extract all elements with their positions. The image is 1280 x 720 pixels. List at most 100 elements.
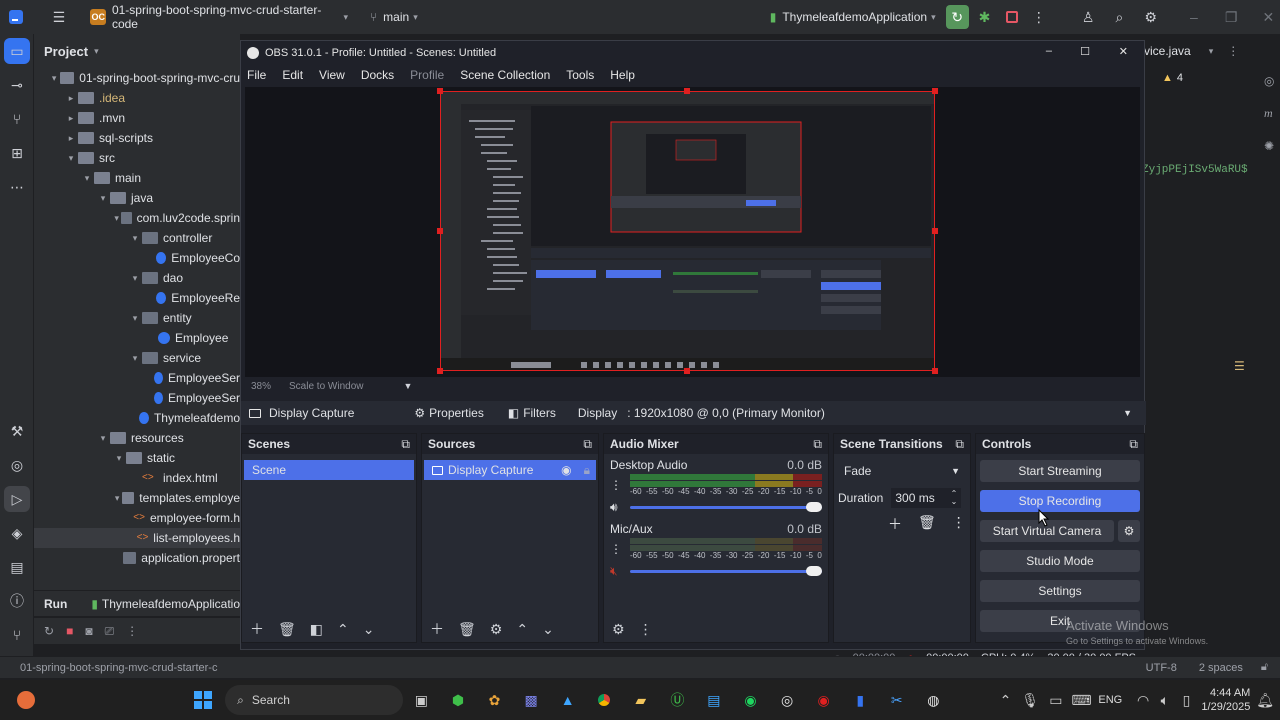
tree-item[interactable]: ▾ java <box>34 188 240 208</box>
chevron-down-icon[interactable]: ▾ <box>1209 46 1214 57</box>
lock-icon[interactable]: 🔒︎ <box>584 463 590 478</box>
stop-icon[interactable]: ■ <box>66 624 73 638</box>
add-icon[interactable]: ＋ <box>888 514 902 534</box>
speaker-icon[interactable]: 🔈︎ <box>1154 680 1176 720</box>
chrome-icon[interactable] <box>586 680 623 720</box>
chevron-right-icon[interactable]: ▸ <box>64 133 78 144</box>
chevron-down-icon[interactable]: ▾ <box>112 453 126 464</box>
run-icon[interactable]: ▷ <box>4 486 30 512</box>
undock-icon[interactable]: ⧉ <box>955 437 964 452</box>
project-selector[interactable]: OC 01-spring-boot-spring-mvc-crud-starte… <box>84 3 354 31</box>
tree-item[interactable]: ▾ resources <box>34 428 240 448</box>
tree-item[interactable]: EmployeeSer <box>34 388 240 408</box>
move-down-icon[interactable]: ⌄ <box>363 621 375 638</box>
tree-item[interactable]: ▾ 01-spring-boot-spring-mvc-cru <box>34 68 240 88</box>
hammer-icon[interactable]: ⚒ <box>0 414 34 448</box>
photos-icon[interactable]: ▲ <box>549 680 586 720</box>
tree-item[interactable]: application.propert <box>34 548 240 568</box>
tree-item[interactable]: ▾ service <box>34 348 240 368</box>
commit-icon[interactable]: ⊸ <box>0 68 34 102</box>
whatsapp-icon[interactable]: ◎ <box>769 680 806 720</box>
add-icon[interactable]: ＋ <box>430 619 444 639</box>
notepad-icon[interactable]: ▤ <box>696 680 733 720</box>
trash-icon[interactable]: 🗑︎ <box>918 514 936 534</box>
chevron-right-icon[interactable]: ▸ <box>64 113 78 124</box>
taskbar-search[interactable]: ⌕ Search <box>225 685 404 715</box>
tree-item[interactable]: ▾ entity <box>34 308 240 328</box>
menu-tools[interactable]: Tools <box>566 68 594 82</box>
resize-handle-n[interactable] <box>684 88 690 94</box>
recorder-icon[interactable]: ◉ <box>805 680 842 720</box>
ai-assistant-icon[interactable]: ✺ <box>1264 139 1280 153</box>
chevron-down-icon[interactable]: ▾ <box>128 313 142 324</box>
copilot-icon[interactable]: ✿ <box>476 680 513 720</box>
more-icon[interactable]: ⋮ <box>610 478 630 492</box>
chevron-right-icon[interactable]: ▸ <box>64 93 78 104</box>
more-icon[interactable]: ⋮ <box>1227 44 1239 58</box>
tree-item[interactable]: <> index.html <box>34 468 240 488</box>
rerun-icon[interactable]: ↻ <box>44 624 54 638</box>
tree-item[interactable]: ▾ dao <box>34 268 240 288</box>
tree-item[interactable]: ▸ .idea <box>34 88 240 108</box>
duration-input[interactable]: 300 ms ⌃ ⌄ <box>891 488 962 508</box>
speaker-icon[interactable]: 🔊︎ <box>610 500 630 515</box>
resize-handle-se[interactable] <box>932 368 938 374</box>
intellij-icon[interactable]: ▮ <box>842 680 879 720</box>
move-down-icon[interactable]: ⌄ <box>542 621 554 638</box>
search-icon[interactable]: ⌕ <box>1108 5 1131 29</box>
chevron-down-icon[interactable]: ▾ <box>112 493 122 504</box>
tree-item[interactable]: ▾ src <box>34 148 240 168</box>
status-path[interactable]: 01-spring-boot-spring-mvc-crud-starter-c <box>20 662 217 674</box>
maximize-icon[interactable]: ☐ <box>1080 45 1090 58</box>
tree-item[interactable]: <> employee-form.h <box>34 508 240 528</box>
chevron-down-icon[interactable]: ▾ <box>128 273 142 284</box>
more-icon[interactable]: ⋮ <box>610 542 630 556</box>
tree-item[interactable]: ▾ templates.employe <box>34 488 240 508</box>
trash-icon[interactable]: 🗑︎ <box>458 621 476 638</box>
menu-icon[interactable]: ☰ <box>1234 359 1245 373</box>
close-icon[interactable]: ✕ <box>1119 45 1128 58</box>
chevron-down-icon[interactable]: ▾ <box>80 173 94 184</box>
debug-icon[interactable]: ✱ <box>973 5 996 29</box>
menu-profile[interactable]: Profile <box>410 68 444 82</box>
widgets-icon[interactable] <box>8 680 45 720</box>
restore-icon[interactable]: ❐ <box>1219 5 1242 29</box>
structure-icon[interactable]: ⊞ <box>0 136 34 170</box>
notifications-icon[interactable]: 🔔︎ <box>1250 680 1280 720</box>
project-panel-header[interactable]: Project ▾ <box>34 34 240 68</box>
more-icon[interactable]: ⋮ <box>639 621 653 638</box>
camera-icon[interactable]: ◙ <box>85 624 92 638</box>
menu-file[interactable]: File <box>247 68 266 82</box>
obs-icon[interactable]: ◍ <box>915 680 952 720</box>
more-tools-icon[interactable]: ⋯ <box>0 170 34 204</box>
upwork-alt-icon[interactable]: Ⓤ <box>659 680 696 720</box>
gear-icon[interactable]: ⚙ <box>490 621 503 638</box>
add-icon[interactable]: ＋ <box>250 619 264 639</box>
menu-docks[interactable]: Docks <box>361 68 394 82</box>
notifications-icon[interactable]: ◎ <box>1264 74 1280 88</box>
tree-item[interactable]: Employee <box>34 328 240 348</box>
volume-slider-knob[interactable] <box>806 566 822 576</box>
spin-arrows-icon[interactable]: ⌃ ⌄ <box>951 490 958 506</box>
more-icon[interactable]: ⋮ <box>126 624 138 638</box>
close-icon[interactable]: ✕ <box>1257 5 1280 29</box>
move-up-icon[interactable]: ⌃ <box>516 621 528 638</box>
rerun-icon[interactable]: ↻ <box>945 5 969 29</box>
run-config-selector[interactable]: ▮ ThymeleafdemoApplication ▾ <box>764 5 942 29</box>
task-view-icon[interactable]: ▣ <box>403 680 440 720</box>
lock-icon[interactable]: 🔓︎ <box>1261 661 1268 674</box>
tree-item[interactable]: ▾ static <box>34 448 240 468</box>
run-tab[interactable]: ThymeleafdemoApplicatio <box>102 597 240 611</box>
more-icon[interactable]: ⋮ <box>1027 5 1050 29</box>
restore-layout-icon[interactable]: ⎚ <box>105 624 115 639</box>
microphone-icon[interactable]: 🎙︎ <box>1017 680 1043 720</box>
git-icon[interactable]: ⑂ <box>0 618 34 652</box>
tree-item[interactable]: <> list-employees.h <box>34 528 240 548</box>
chevron-up-icon[interactable]: ⌃ <box>994 680 1018 720</box>
trash-icon[interactable]: 🗑︎ <box>278 621 296 638</box>
properties-button[interactable]: ⚙ Properties <box>414 406 483 420</box>
undock-icon[interactable]: ⧉ <box>1129 437 1138 452</box>
tree-item[interactable]: EmployeeSer <box>34 368 240 388</box>
ide-logo-icon[interactable] <box>4 5 27 29</box>
filters-button[interactable]: ◧ Filters <box>508 406 556 420</box>
